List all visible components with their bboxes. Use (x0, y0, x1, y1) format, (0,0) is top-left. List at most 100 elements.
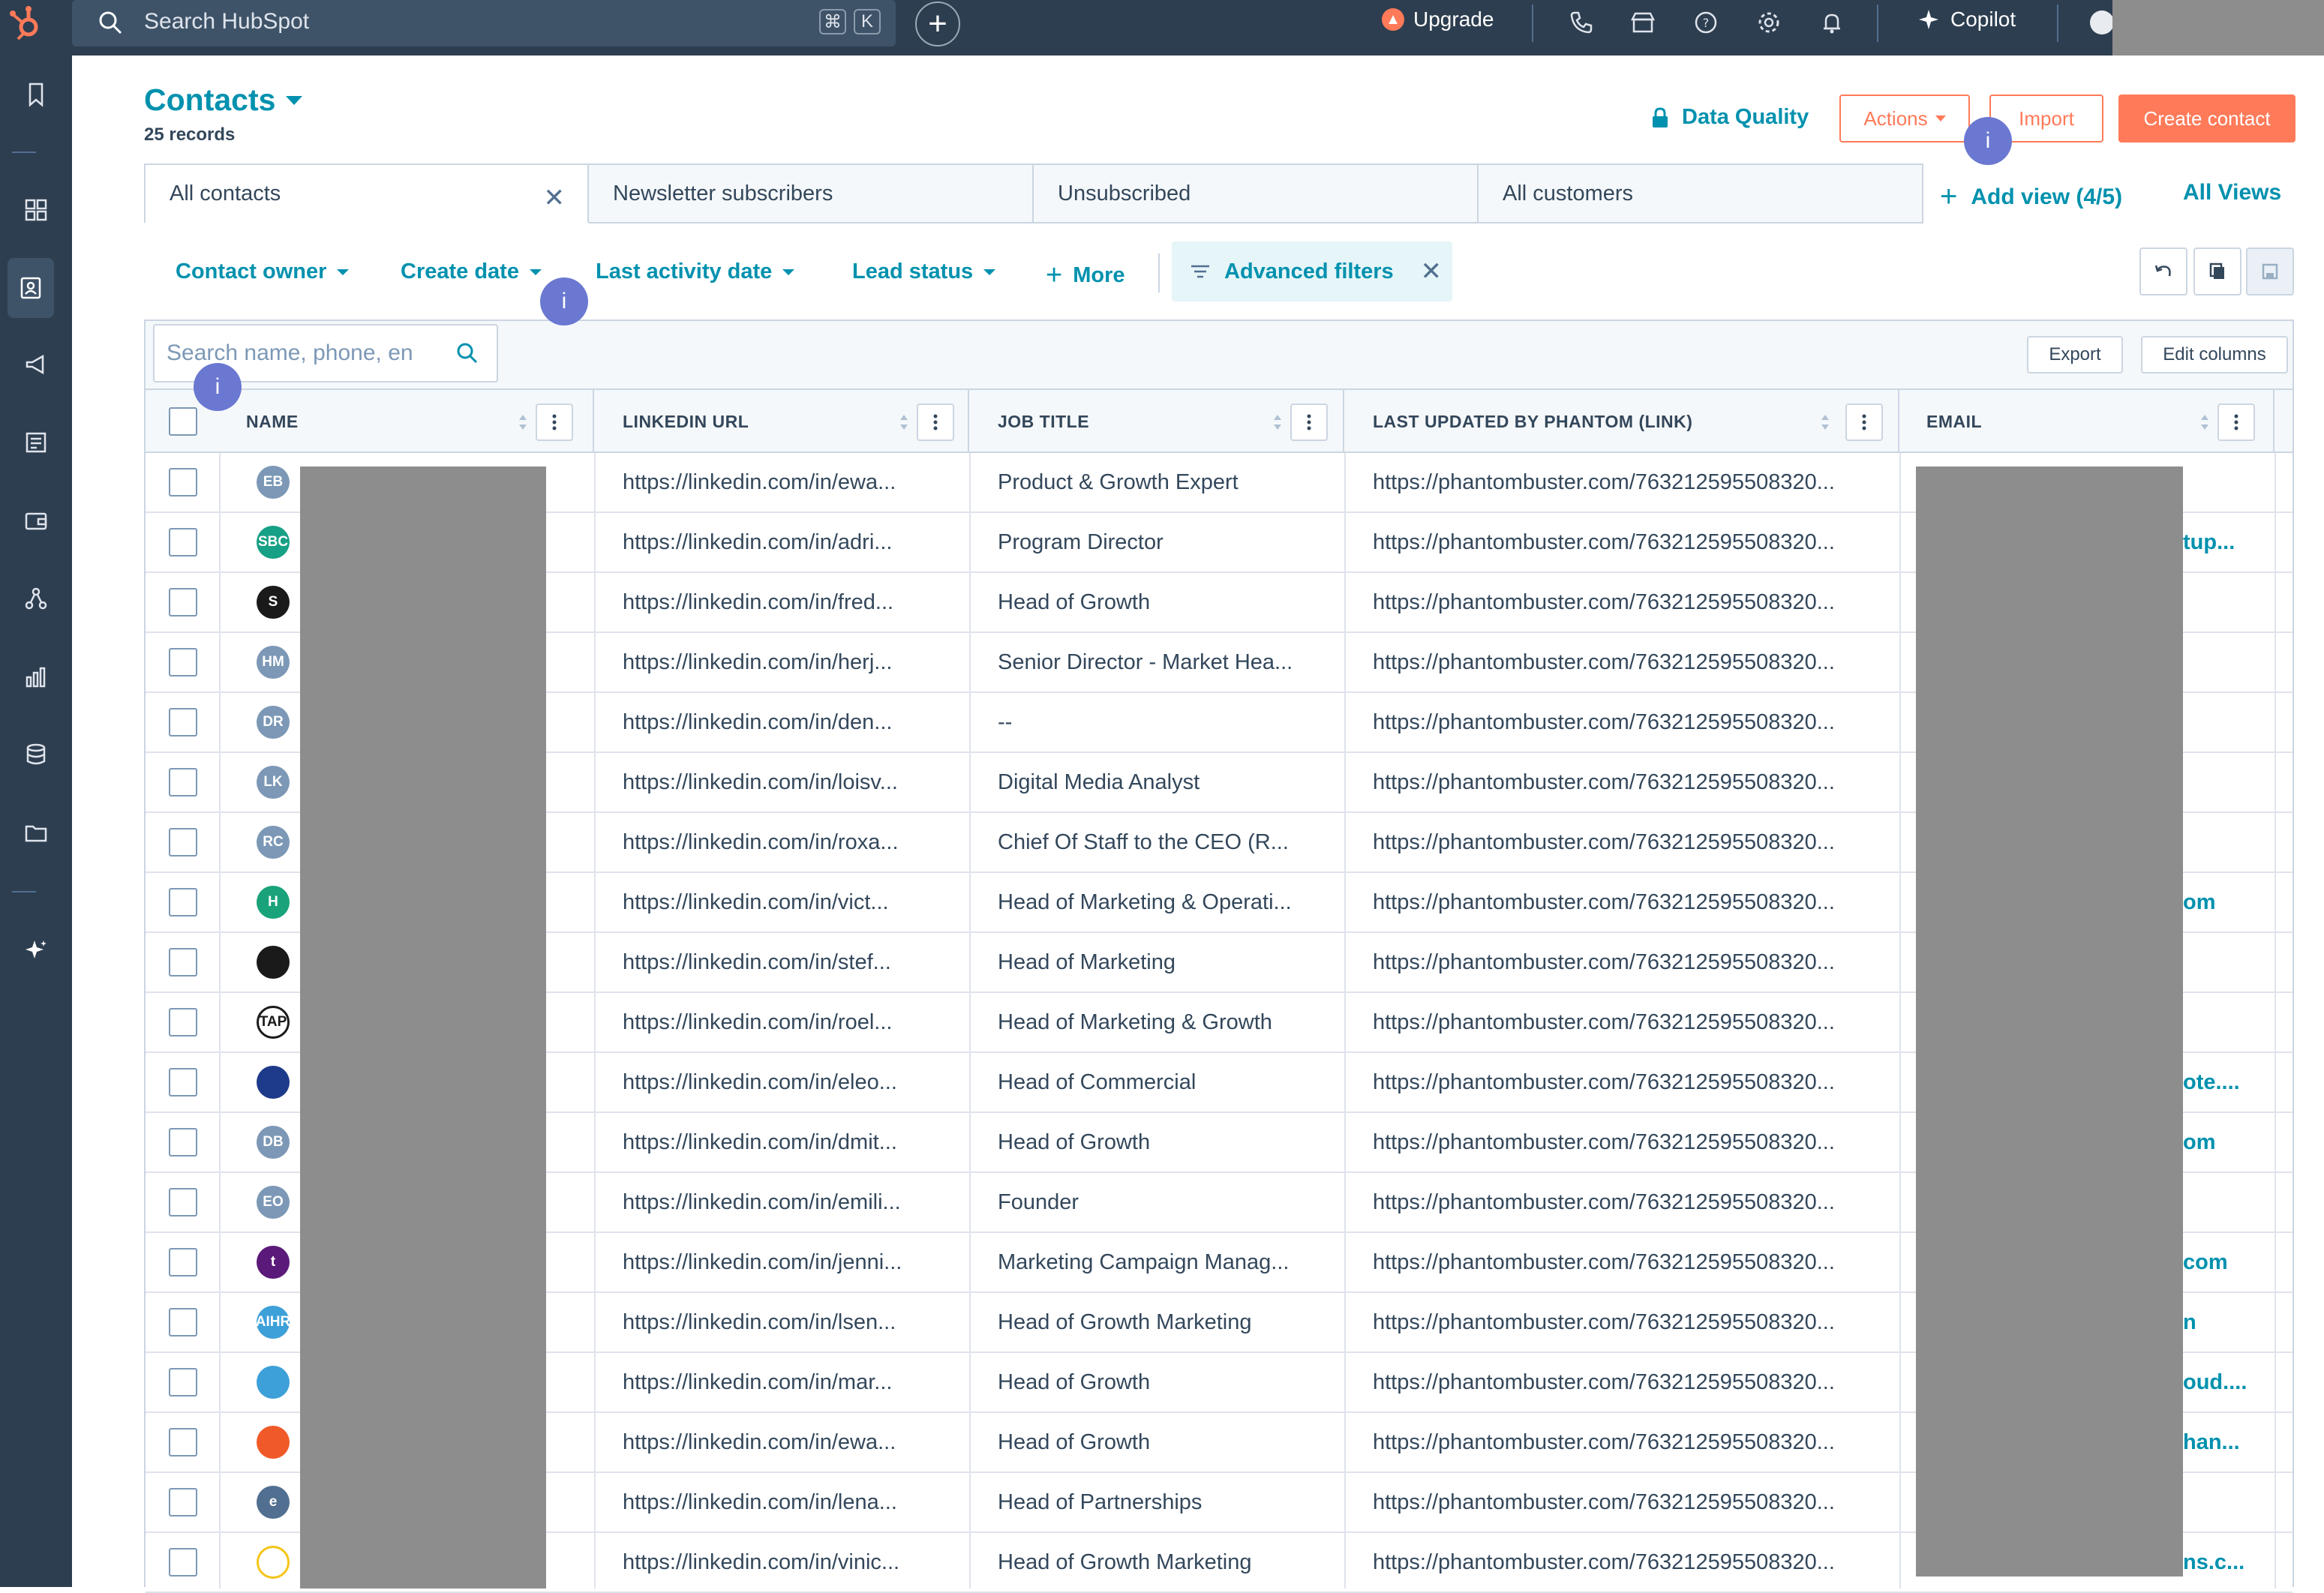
settings-gear-icon[interactable] (1755, 9, 1782, 36)
add-view-button[interactable]: + Add view (4/5) (1940, 180, 2122, 214)
row-checkbox[interactable] (169, 1428, 197, 1456)
email-cell[interactable]: ns.c... (2183, 1533, 2271, 1592)
email-cell[interactable]: com (2183, 1233, 2271, 1292)
tooltip-info-marker[interactable]: i (194, 363, 242, 411)
hubspot-logo-icon[interactable] (6, 3, 47, 44)
tooltip-info-marker[interactable]: i (540, 278, 588, 326)
sort-icon[interactable] (1820, 412, 1830, 432)
data-management-database-icon[interactable] (14, 732, 59, 777)
row-checkbox[interactable] (169, 828, 197, 856)
row-checkbox[interactable] (169, 768, 197, 796)
phantom-link-cell[interactable]: https://phantombuster.com/76321259550832… (1373, 1353, 1890, 1412)
row-checkbox[interactable] (169, 648, 197, 676)
upgrade-button[interactable]: ▲ Upgrade (1382, 8, 1494, 32)
email-cell[interactable] (2183, 573, 2271, 632)
linkedin-url-cell[interactable]: https://linkedin.com/in/jenni... (623, 1233, 960, 1292)
row-checkbox[interactable] (169, 1008, 197, 1036)
column-options-icon[interactable] (917, 404, 954, 441)
crm-contacts-icon[interactable] (8, 258, 54, 318)
sort-icon[interactable] (1272, 412, 1283, 432)
linkedin-url-cell[interactable]: https://linkedin.com/in/mar... (623, 1353, 960, 1412)
tab-newsletter-subscribers[interactable]: Newsletter subscribers (589, 164, 1034, 224)
name-cell[interactable]: RC (257, 813, 302, 872)
email-cell[interactable] (2183, 1173, 2271, 1232)
linkedin-url-cell[interactable]: https://linkedin.com/in/vinic... (623, 1533, 960, 1592)
library-folder-icon[interactable] (14, 810, 59, 855)
help-icon[interactable]: ? (1692, 9, 1719, 36)
column-header-linkedin-url[interactable]: LINKEDIN URL (594, 390, 969, 453)
select-all-checkbox[interactable] (169, 407, 197, 436)
sort-icon[interactable] (899, 412, 909, 432)
column-options-icon[interactable] (1290, 404, 1328, 441)
email-cell[interactable]: han... (2183, 1413, 2271, 1472)
more-filters-button[interactable]: + More (1046, 260, 1125, 292)
linkedin-url-cell[interactable]: https://linkedin.com/in/herj... (623, 633, 960, 692)
name-cell[interactable]: S (257, 573, 302, 632)
email-cell[interactable]: ote.... (2183, 1053, 2271, 1112)
advanced-filters-button[interactable]: Advanced filters ✕ (1172, 242, 1452, 302)
phantom-link-cell[interactable]: https://phantombuster.com/76321259550832… (1373, 993, 1890, 1052)
email-cell[interactable] (2183, 1473, 2271, 1532)
row-checkbox[interactable] (169, 528, 197, 556)
linkedin-url-cell[interactable]: https://linkedin.com/in/adri... (623, 513, 960, 572)
phantom-link-cell[interactable]: https://phantombuster.com/76321259550832… (1373, 1113, 1890, 1172)
close-icon[interactable]: ✕ (1421, 256, 1443, 286)
phantom-link-cell[interactable]: https://phantombuster.com/76321259550832… (1373, 813, 1890, 872)
linkedin-url-cell[interactable]: https://linkedin.com/in/fred... (623, 573, 960, 632)
filter-contact-owner[interactable]: Contact owner (176, 260, 350, 284)
notifications-bell-icon[interactable] (1818, 9, 1845, 36)
email-cell[interactable] (2183, 633, 2271, 692)
linkedin-url-cell[interactable]: https://linkedin.com/in/dmit... (623, 1113, 960, 1172)
sort-icon[interactable] (2199, 412, 2210, 432)
row-checkbox[interactable] (169, 588, 197, 616)
name-cell[interactable]: t (257, 1233, 302, 1292)
email-cell[interactable] (2183, 753, 2271, 812)
user-avatar[interactable] (2090, 10, 2114, 34)
phantom-link-cell[interactable]: https://phantombuster.com/76321259550832… (1373, 513, 1890, 572)
linkedin-url-cell[interactable]: https://linkedin.com/in/lena... (623, 1473, 960, 1532)
reporting-bar-chart-icon[interactable] (14, 654, 59, 699)
workspaces-grid-icon[interactable] (14, 188, 59, 232)
phantom-link-cell[interactable]: https://phantombuster.com/76321259550832… (1373, 573, 1890, 632)
phantom-link-cell[interactable]: https://phantombuster.com/76321259550832… (1373, 933, 1890, 992)
filter-last-activity-date[interactable]: Last activity date (596, 260, 795, 284)
linkedin-url-cell[interactable]: https://linkedin.com/in/roxa... (623, 813, 960, 872)
tab-all-contacts[interactable]: All contacts ✕ (144, 164, 589, 224)
object-title-dropdown[interactable]: Contacts (144, 82, 303, 118)
create-contact-button[interactable]: Create contact (2118, 94, 2295, 142)
email-cell[interactable]: om (2183, 1113, 2271, 1172)
name-cell[interactable]: e (257, 1473, 302, 1532)
marketplace-icon[interactable] (1629, 9, 1656, 36)
name-cell[interactable]: EO (257, 1173, 302, 1232)
column-options-icon[interactable] (536, 404, 573, 441)
commerce-wallet-icon[interactable] (14, 498, 59, 543)
export-button[interactable]: Export (2027, 336, 2123, 374)
name-cell[interactable]: AIHR (257, 1293, 302, 1352)
linkedin-url-cell[interactable]: https://linkedin.com/in/stef... (623, 933, 960, 992)
undo-icon[interactable] (2139, 248, 2187, 296)
row-checkbox[interactable] (169, 468, 197, 496)
name-cell[interactable]: LK (257, 753, 302, 812)
name-cell[interactable] (257, 1533, 302, 1592)
name-cell[interactable]: DB (257, 1113, 302, 1172)
name-cell[interactable] (257, 1353, 302, 1412)
name-cell[interactable]: EB (257, 453, 302, 512)
linkedin-url-cell[interactable]: https://linkedin.com/in/lsen... (623, 1293, 960, 1352)
phantom-link-cell[interactable]: https://phantombuster.com/76321259550832… (1373, 753, 1890, 812)
column-options-icon[interactable] (1845, 404, 1883, 441)
column-header-name[interactable]: NAME (221, 390, 594, 453)
copy-icon[interactable] (2193, 248, 2241, 296)
name-cell[interactable] (257, 1053, 302, 1112)
content-icon[interactable] (14, 420, 59, 465)
row-checkbox[interactable] (169, 1068, 197, 1096)
copilot-button[interactable]: Copilot (1917, 8, 2016, 32)
row-checkbox[interactable] (169, 1488, 197, 1516)
close-icon[interactable]: ✕ (544, 183, 566, 213)
name-cell[interactable] (257, 933, 302, 992)
tab-all-customers[interactable]: All customers (1479, 164, 1923, 224)
phantom-link-cell[interactable]: https://phantombuster.com/76321259550832… (1373, 873, 1890, 932)
name-cell[interactable]: HM (257, 633, 302, 692)
column-header-email[interactable]: EMAIL (1899, 390, 2274, 453)
linkedin-url-cell[interactable]: https://linkedin.com/in/den... (623, 693, 960, 752)
row-checkbox[interactable] (169, 1248, 197, 1276)
